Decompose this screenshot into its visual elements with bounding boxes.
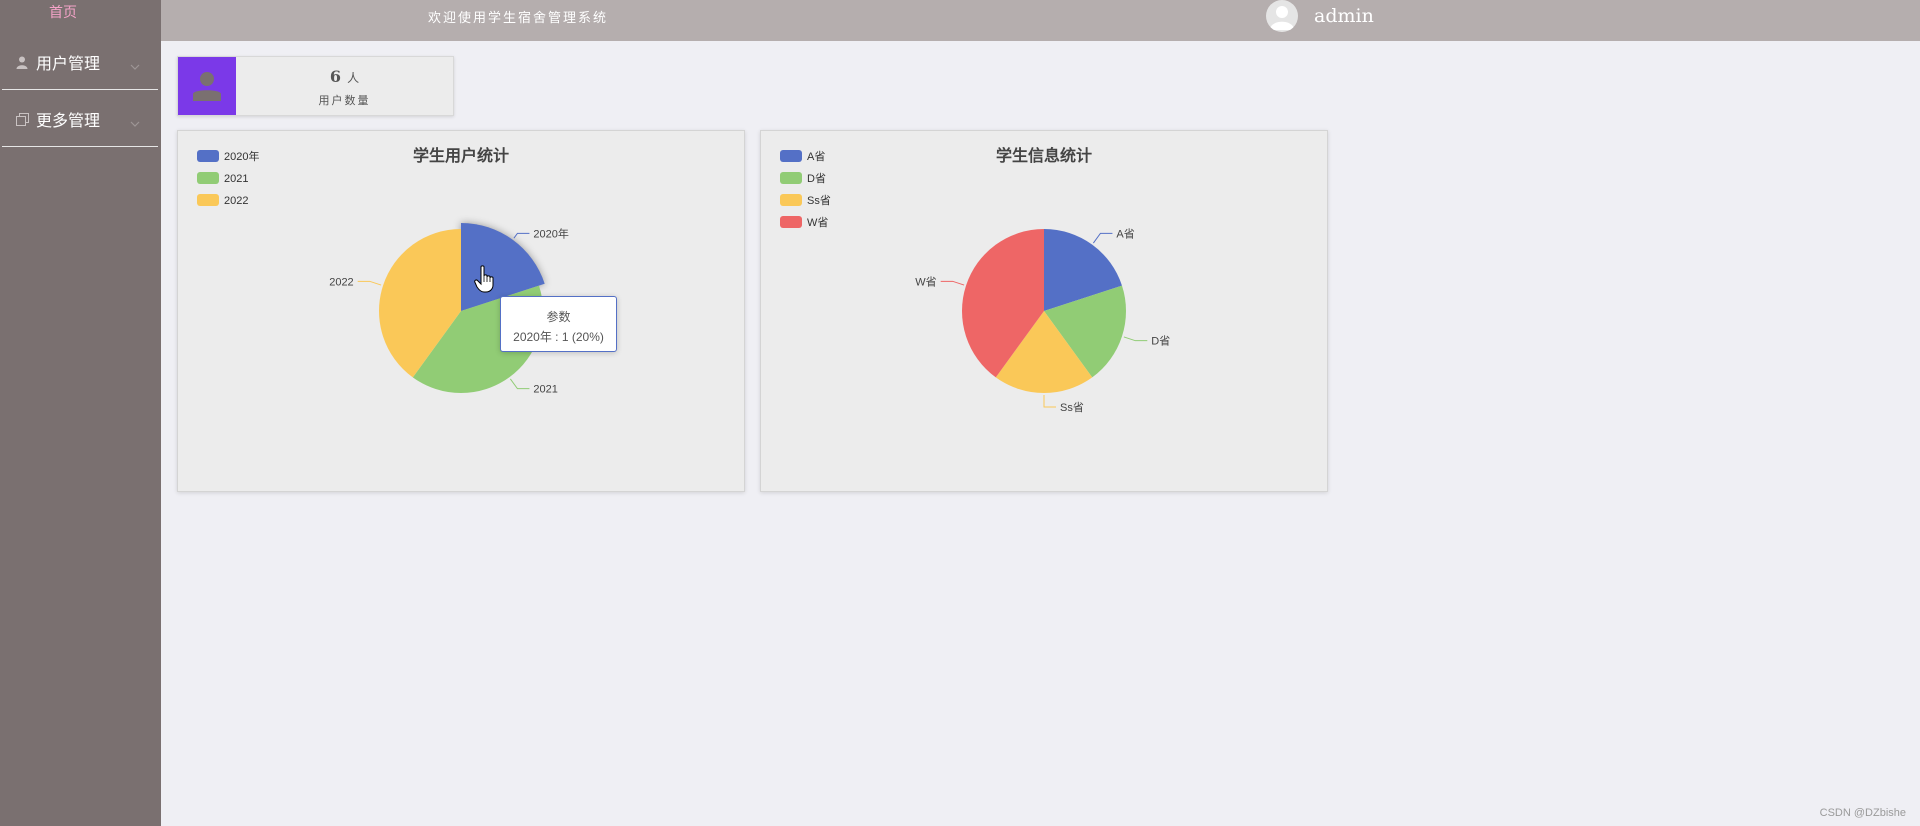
user-count-unit: 人 [347, 71, 360, 85]
pie-chart-student-info[interactable]: 学生信息统计 A省 D省 Ss省 W省 A省 D省 Ss省 W省 [761, 131, 1327, 491]
slice-label: 2021 [533, 384, 557, 396]
pie-chart-student-users[interactable]: 学生用户统计 2020年 2021 2022 2020年 2021 2022 [178, 131, 744, 491]
slice-label-line [357, 280, 382, 286]
chart-title: 学生信息统计 [996, 146, 1092, 165]
welcome-text: 欢迎使用学生宿舍管理系统 [428, 11, 609, 26]
chart-panel-student-users: 学生用户统计 2020年 2021 2022 2020年 2021 2022 [177, 130, 745, 492]
slice-label-line [513, 232, 530, 239]
slice-label-line [1123, 336, 1148, 342]
user-count: 6人 [236, 67, 453, 86]
tooltip-text: 2020年 : 1 (20%) [513, 330, 604, 344]
hand-cursor-icon [474, 265, 494, 293]
legend-label[interactable]: D省 [807, 172, 826, 185]
legend-swatch[interactable] [197, 194, 219, 206]
chart-panel-student-info: 学生信息统计 A省 D省 Ss省 W省 A省 D省 Ss省 W省 [760, 130, 1328, 492]
chevron-down-icon [130, 57, 140, 75]
slice-label: D省 [1151, 335, 1170, 348]
slice-label: Ss省 [1060, 401, 1084, 414]
copy-icon [14, 111, 30, 127]
sidebar-item-user-management[interactable]: 用户管理 [2, 35, 158, 90]
tooltip-title: 参数 [546, 310, 571, 324]
legend-label[interactable]: 2021 [224, 173, 248, 185]
sidebar-item-home[interactable]: 首页 [0, 2, 126, 22]
legend-swatch[interactable] [780, 216, 802, 228]
user-icon [14, 54, 30, 70]
chart-title: 学生用户统计 [413, 146, 509, 165]
username-label[interactable]: admin [1314, 5, 1374, 27]
legend-label[interactable]: 2020年 [224, 149, 259, 163]
slice-label-line [940, 280, 965, 286]
legend-label[interactable]: A省 [807, 150, 825, 163]
watermark: CSDN @DZbishe [1819, 807, 1906, 819]
user-count-card: 6人 用户数量 [177, 56, 454, 116]
sidebar-item-label: 用户管理 [36, 56, 101, 73]
top-header: 欢迎使用学生宿舍管理系统 admin [161, 0, 1920, 41]
legend-swatch[interactable] [780, 194, 802, 206]
slice-label: 2022 [329, 276, 353, 288]
slice-label: W省 [915, 275, 936, 288]
slice-label: 2020年 [533, 226, 568, 240]
legend-label[interactable]: Ss省 [807, 194, 831, 207]
sidebar-item-more-management[interactable]: 更多管理 [2, 92, 158, 147]
slice-label: A省 [1116, 227, 1134, 240]
user-count-label: 用户数量 [318, 94, 371, 107]
legend-swatch[interactable] [780, 150, 802, 162]
legend-swatch[interactable] [197, 150, 219, 162]
slice-label-line [1092, 232, 1113, 244]
legend-swatch[interactable] [780, 172, 802, 184]
chevron-down-icon [130, 114, 140, 132]
user-icon [178, 57, 236, 115]
slice-label-line [1043, 395, 1056, 408]
legend-label[interactable]: 2022 [224, 195, 248, 207]
sidebar: 首页 用户管理 更多管理 [0, 0, 161, 826]
legend-swatch[interactable] [197, 172, 219, 184]
slice-label-line [509, 378, 530, 390]
user-count-value: 6 [329, 67, 342, 86]
sidebar-item-label: 更多管理 [36, 113, 101, 130]
chart-tooltip: 参数 2020年 : 1 (20%) [500, 296, 617, 352]
avatar[interactable] [1266, 0, 1298, 32]
legend-label[interactable]: W省 [807, 216, 828, 229]
